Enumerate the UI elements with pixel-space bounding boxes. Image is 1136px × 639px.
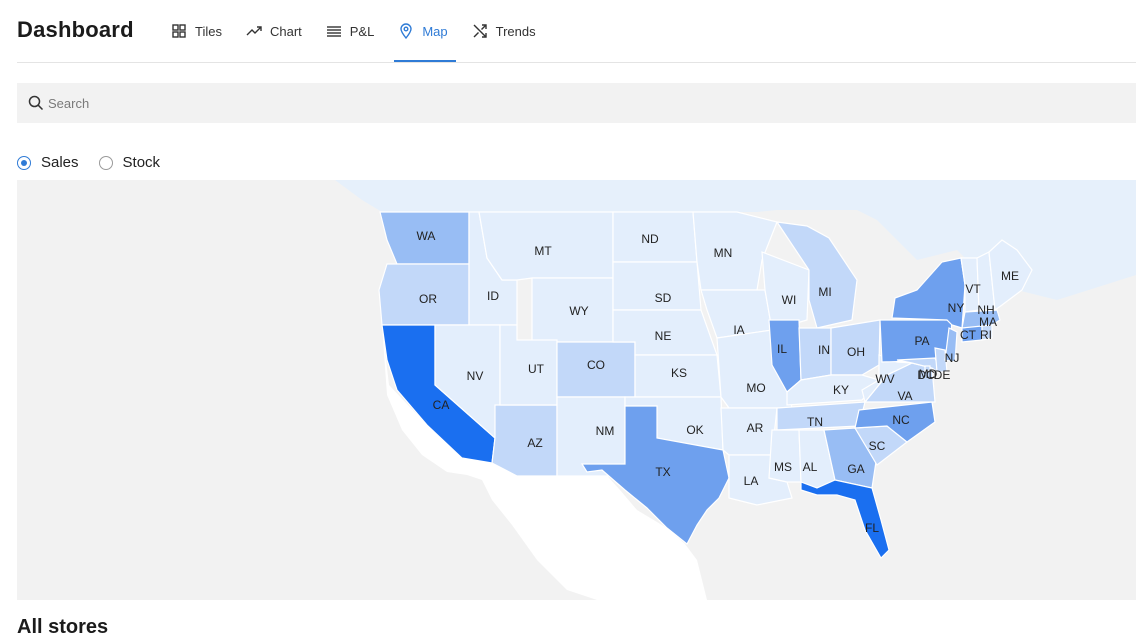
state-label-OH: OH bbox=[847, 345, 865, 359]
state-label-MO: MO bbox=[746, 381, 765, 395]
state-label-TN: TN bbox=[807, 415, 823, 429]
state-label-OR: OR bbox=[419, 292, 437, 306]
radio-stock[interactable]: Stock bbox=[98, 154, 161, 171]
state-label-IN: IN bbox=[818, 343, 830, 357]
state-label-LA: LA bbox=[744, 474, 759, 488]
state-label-WY: WY bbox=[569, 304, 588, 318]
state-label-RI: RI bbox=[980, 328, 992, 342]
state-label-DE: DE bbox=[934, 368, 951, 382]
state-label-SD: SD bbox=[655, 291, 672, 305]
map-svg: WA OR CA ID NV AZ MT WY UT CO NM ND SD N… bbox=[335, 180, 1136, 600]
search-input[interactable] bbox=[48, 95, 948, 111]
state-label-IL: IL bbox=[777, 342, 787, 356]
state-label-OK: OK bbox=[686, 423, 703, 437]
state-label-ND: ND bbox=[641, 232, 659, 246]
tab-label: P&L bbox=[349, 23, 375, 39]
state-label-MS: MS bbox=[774, 460, 792, 474]
tab-pnl[interactable]: P&L bbox=[323, 0, 378, 62]
state-FL[interactable] bbox=[800, 479, 890, 559]
state-NY[interactable] bbox=[891, 257, 966, 329]
state-label-AL: AL bbox=[803, 460, 818, 474]
shuffle-icon bbox=[473, 24, 487, 38]
state-label-AZ: AZ bbox=[527, 436, 542, 450]
state-label-CT: CT bbox=[960, 328, 977, 342]
tab-label: Chart bbox=[269, 23, 302, 39]
state-label-UT: UT bbox=[528, 362, 545, 376]
state-label-ID: ID bbox=[487, 289, 499, 303]
search-bar bbox=[17, 83, 1136, 123]
state-label-MA: MA bbox=[979, 315, 997, 329]
state-label-KY: KY bbox=[833, 383, 849, 397]
radio-sales[interactable]: Sales bbox=[17, 154, 79, 171]
map-pin-icon bbox=[400, 23, 413, 39]
search-icon bbox=[28, 95, 44, 111]
state-label-VA: VA bbox=[897, 389, 912, 403]
state-label-MI: MI bbox=[818, 285, 831, 299]
state-label-FL: FL bbox=[865, 521, 879, 535]
state-label-MN: MN bbox=[714, 246, 733, 260]
state-label-SC: SC bbox=[869, 439, 886, 453]
state-label-ME: ME bbox=[1001, 269, 1019, 283]
section-title: All stores bbox=[17, 616, 109, 638]
state-label-IA: IA bbox=[733, 323, 744, 337]
state-label-NJ: NJ bbox=[945, 351, 960, 365]
page-title: Dashboard bbox=[17, 17, 134, 42]
state-label-WI: WI bbox=[782, 293, 797, 307]
tab-label: Tiles bbox=[195, 23, 222, 39]
state-label-WA: WA bbox=[417, 229, 436, 243]
metric-selector: Sales Stock bbox=[17, 154, 180, 171]
state-label-GA: GA bbox=[847, 462, 864, 476]
list-icon bbox=[326, 26, 341, 37]
state-label-NE: NE bbox=[655, 329, 672, 343]
radio-button[interactable] bbox=[98, 155, 113, 170]
state-label-TX: TX bbox=[655, 465, 670, 479]
state-label-CA: CA bbox=[433, 398, 450, 412]
state-label-AR: AR bbox=[747, 421, 764, 435]
tab-map[interactable]: Map bbox=[394, 0, 456, 62]
state-label-VT: VT bbox=[965, 282, 981, 296]
tab-label: Map bbox=[422, 23, 448, 39]
states-layer bbox=[378, 211, 1033, 559]
radio-button[interactable] bbox=[17, 155, 31, 170]
tab-label: Trends bbox=[495, 23, 536, 39]
state-label-KS: KS bbox=[671, 366, 687, 380]
radio-label: Stock bbox=[122, 154, 161, 171]
view-tabs: Tiles Chart P&L Map Trends bbox=[168, 0, 557, 63]
state-label-CO: CO bbox=[587, 358, 605, 372]
state-MS[interactable] bbox=[768, 429, 802, 483]
tab-tiles[interactable]: Tiles bbox=[168, 0, 225, 62]
state-label-NV: NV bbox=[467, 369, 484, 383]
header-divider bbox=[17, 62, 1136, 63]
state-label-NH: NH bbox=[977, 303, 994, 317]
tab-chart[interactable]: Chart bbox=[243, 0, 305, 62]
state-label-PA: PA bbox=[914, 334, 929, 348]
tiles-icon bbox=[172, 24, 186, 38]
state-label-MT: MT bbox=[534, 244, 552, 258]
state-AZ[interactable] bbox=[491, 404, 558, 477]
tab-trends[interactable]: Trends bbox=[469, 0, 539, 62]
state-label-NY: NY bbox=[948, 301, 965, 315]
us-sales-map[interactable]: WA OR CA ID NV AZ MT WY UT CO NM ND SD N… bbox=[17, 180, 1136, 600]
app-header: Dashboard Tiles Chart P&L Map Trends bbox=[0, 0, 1136, 63]
state-label-NM: NM bbox=[596, 424, 615, 438]
radio-label: Sales bbox=[41, 154, 79, 171]
state-label-WV: WV bbox=[875, 372, 894, 386]
state-label-NC: NC bbox=[892, 413, 910, 427]
state-label-DC: DC bbox=[917, 368, 935, 382]
trend-line-icon bbox=[246, 26, 262, 36]
